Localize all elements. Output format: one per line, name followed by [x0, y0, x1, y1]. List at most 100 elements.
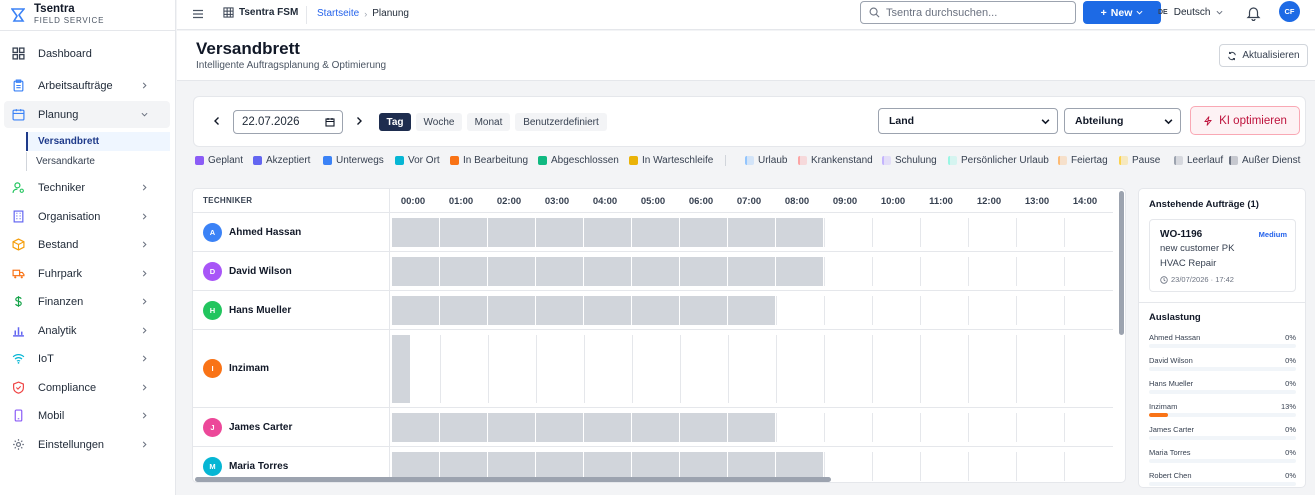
- view-woche-button[interactable]: Woche: [416, 113, 462, 131]
- chevron-left-icon[interactable]: [212, 115, 222, 127]
- date-value: 22.07.2026: [242, 116, 300, 128]
- unavailable-block[interactable]: [536, 296, 584, 325]
- technician-avatar: J: [203, 417, 222, 437]
- hour-label: 02:00: [496, 196, 522, 207]
- sidebar-item-analytik[interactable]: Analytik: [4, 317, 170, 344]
- work-order-due: 23/07/2026 · 17:42: [1160, 275, 1234, 284]
- technician-row[interactable]: I Inzimam: [193, 330, 1113, 408]
- sidebar-item-organisation[interactable]: Organisation: [4, 203, 170, 230]
- app-switcher[interactable]: Tsentra FSM: [223, 7, 298, 18]
- vertical-scrollbar[interactable]: [1119, 191, 1124, 335]
- unavailable-block[interactable]: [632, 218, 680, 247]
- search-input[interactable]: [886, 6, 1066, 19]
- utilization-percent: 0%: [1285, 333, 1296, 342]
- unavailable-block[interactable]: [584, 296, 632, 325]
- unavailable-block[interactable]: [632, 257, 680, 286]
- sidebar-item-arbeitsauftr-ge[interactable]: Arbeitsaufträge: [4, 72, 170, 99]
- bell-icon[interactable]: [1246, 5, 1261, 21]
- unavailable-block[interactable]: [776, 218, 824, 247]
- utilization-row: Robert Chen 0%: [1149, 471, 1296, 487]
- sidebar-item-techniker[interactable]: Techniker: [4, 174, 170, 201]
- hour-gridline: [872, 218, 873, 247]
- unavailable-block[interactable]: [728, 257, 776, 286]
- unavailable-block[interactable]: [536, 413, 584, 442]
- new-button[interactable]: + New: [1083, 1, 1161, 24]
- abteilung-select[interactable]: Abteilung: [1064, 108, 1181, 134]
- view-tag-button[interactable]: Tag: [379, 113, 411, 131]
- unavailable-block[interactable]: [584, 413, 632, 442]
- unavailable-block[interactable]: [776, 257, 824, 286]
- legend-swatch: [948, 156, 957, 165]
- technician-row[interactable]: A Ahmed Hassan: [193, 213, 1113, 252]
- sidebar-item-finanzen[interactable]: Finanzen: [4, 288, 170, 315]
- unavailable-block[interactable]: [392, 413, 440, 442]
- unavailable-block[interactable]: [440, 296, 488, 325]
- unavailable-block[interactable]: [488, 296, 536, 325]
- unavailable-block[interactable]: [728, 218, 776, 247]
- user-avatar[interactable]: CF: [1279, 1, 1300, 22]
- hour-gridline: [1064, 335, 1065, 403]
- work-order-card[interactable]: WO-1196 Medium new customer PK HVAC Repa…: [1149, 219, 1296, 292]
- unavailable-block[interactable]: [728, 413, 776, 442]
- unavailable-block[interactable]: [440, 413, 488, 442]
- hour-gridline: [968, 296, 969, 325]
- sidebar-item-compliance[interactable]: Compliance: [4, 374, 170, 401]
- unavailable-block[interactable]: [488, 257, 536, 286]
- hour-gridline: [1064, 257, 1065, 286]
- unavailable-block[interactable]: [680, 296, 728, 325]
- unavailable-block[interactable]: [392, 257, 440, 286]
- technician-row[interactable]: D David Wilson: [193, 252, 1113, 291]
- sidebar-item-iot[interactable]: IoT: [4, 345, 170, 372]
- ki-optimize-button[interactable]: KI optimieren: [1190, 106, 1300, 135]
- unavailable-block[interactable]: [392, 218, 440, 247]
- date-picker[interactable]: 22.07.2026: [233, 110, 343, 134]
- unavailable-block[interactable]: [680, 413, 728, 442]
- unavailable-block[interactable]: [680, 257, 728, 286]
- unavailable-block[interactable]: [488, 413, 536, 442]
- unavailable-block[interactable]: [632, 413, 680, 442]
- chevron-right-icon[interactable]: [354, 115, 364, 127]
- sidebar-item-mobil[interactable]: Mobil: [4, 402, 170, 429]
- unavailable-block[interactable]: [440, 257, 488, 286]
- hour-gridline: [728, 335, 729, 403]
- unavailable-block[interactable]: [536, 218, 584, 247]
- sidebar-item-dashboard[interactable]: Dashboard: [4, 40, 170, 67]
- sidebar-item-versandkarte[interactable]: Versandkarte: [26, 152, 170, 171]
- technician-row[interactable]: H Hans Mueller: [193, 291, 1113, 330]
- unavailable-block[interactable]: [536, 257, 584, 286]
- language-selector[interactable]: DE Deutsch: [1158, 7, 1223, 18]
- sidebar-item-label: Dashboard: [38, 47, 92, 60]
- technician-name: David Wilson: [229, 265, 292, 277]
- horizontal-scrollbar[interactable]: [195, 477, 831, 482]
- sidebar-item-bestand[interactable]: Bestand: [4, 231, 170, 258]
- hour-gridline: [488, 335, 489, 403]
- unavailable-block[interactable]: [392, 335, 411, 403]
- land-select[interactable]: Land: [878, 108, 1058, 134]
- menu-icon[interactable]: [192, 8, 204, 20]
- unavailable-block[interactable]: [632, 296, 680, 325]
- unavailable-block[interactable]: [584, 218, 632, 247]
- sidebar-item-fuhrpark[interactable]: Fuhrpark: [4, 260, 170, 287]
- unavailable-block[interactable]: [440, 218, 488, 247]
- hour-gridline: [968, 335, 969, 403]
- brand[interactable]: Tsentra FIELD SERVICE: [11, 3, 104, 26]
- breadcrumb-home[interactable]: Startseite: [317, 8, 359, 19]
- unavailable-block[interactable]: [680, 218, 728, 247]
- technician-row[interactable]: J James Carter: [193, 408, 1113, 447]
- unavailable-block[interactable]: [488, 218, 536, 247]
- side-panel: Anstehende Aufträge (1) WO-1196 Medium n…: [1138, 188, 1306, 488]
- unavailable-block[interactable]: [392, 296, 440, 325]
- hour-gridline: [776, 296, 777, 325]
- view-custom-button[interactable]: Benutzerdefiniert: [515, 113, 607, 131]
- sidebar-item-versandbrett[interactable]: Versandbrett: [26, 132, 170, 151]
- legend-item: Außer Dienst: [1229, 155, 1300, 166]
- view-monat-button[interactable]: Monat: [467, 113, 510, 131]
- sidebar-item-einstellungen[interactable]: Einstellungen: [4, 431, 170, 458]
- search-box[interactable]: [860, 1, 1076, 24]
- sidebar-item-planung[interactable]: Planung: [4, 101, 170, 128]
- refresh-button[interactable]: Aktualisieren: [1219, 44, 1308, 67]
- shield-icon: [12, 381, 25, 394]
- unavailable-block[interactable]: [584, 257, 632, 286]
- unavailable-block[interactable]: [728, 296, 776, 325]
- legend-swatch: [798, 156, 807, 165]
